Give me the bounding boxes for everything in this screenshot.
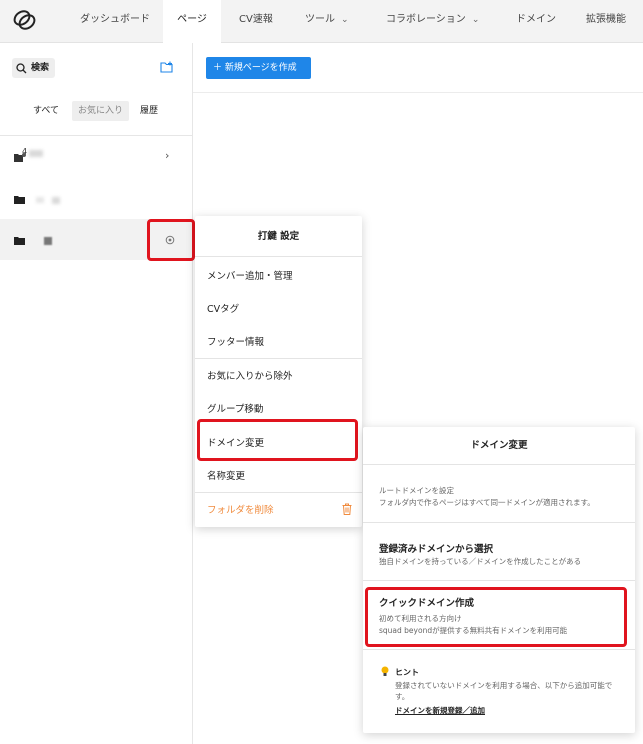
sidebar: 検索 すべて お気に入り 履歴 4 › xyxy=(0,43,193,744)
menu-separator xyxy=(195,492,362,493)
lightbulb-icon xyxy=(381,666,389,676)
chevron-down-icon: ⌄ xyxy=(341,15,349,25)
tab-label: ダッシュボード xyxy=(80,14,150,25)
tab-domain[interactable]: ドメイン xyxy=(516,0,556,43)
new-page-label: ＋ 新規ページを作成 xyxy=(213,63,297,73)
search-icon xyxy=(16,62,27,73)
top-nav: ダッシュボード ページ CV速報 ツール ⌄ コラボレーション ⌄ ドメイン 拡張機… xyxy=(0,0,643,43)
chevron-right-icon[interactable]: › xyxy=(165,149,169,162)
folder-name-redacted xyxy=(52,197,60,204)
main-divider xyxy=(193,92,643,93)
registered-domain-option[interactable]: 登録済みドメインから選択 独自ドメインを持っている／ドメインを作成したことがある xyxy=(363,523,635,573)
gear-highlight-box xyxy=(147,219,195,261)
filter-history[interactable]: 履歴 xyxy=(134,101,164,121)
filter-label: 履歴 xyxy=(140,106,159,116)
tab-label: コラボレーション xyxy=(386,14,466,25)
folder-icon xyxy=(14,237,25,245)
tab-cv-report[interactable]: CV速報 xyxy=(239,0,273,43)
add-domain-link[interactable]: ドメインを新規登録／追加 xyxy=(395,705,485,716)
tab-label: ページ xyxy=(177,14,207,25)
tab-tools[interactable]: ツール ⌄ xyxy=(305,0,349,43)
root-domain-title: ルートドメインを設定 xyxy=(379,486,454,495)
chevron-down-icon: ⌄ xyxy=(471,15,480,25)
root-domain-desc: フォルダ内で作るページはすべて同一ドメインが適用されます。 xyxy=(379,498,595,507)
tab-collaboration[interactable]: コラボレーション ⌄ xyxy=(386,0,479,43)
menu-item-footer[interactable]: フッター情報 xyxy=(207,334,264,348)
menu-item-cv-tag[interactable]: CVタグ xyxy=(207,301,239,315)
tab-label: ツール xyxy=(305,14,335,25)
menu-item-rename[interactable]: 名称変更 xyxy=(207,468,245,482)
search-label: 検索 xyxy=(31,63,50,73)
folder-row[interactable]: 4 › xyxy=(0,136,193,177)
folder-icon xyxy=(14,196,25,204)
filter-label: すべて xyxy=(33,106,60,116)
add-folder-icon[interactable] xyxy=(160,61,174,73)
tab-label: CV速報 xyxy=(239,14,273,25)
filter-all[interactable]: すべて xyxy=(27,101,65,121)
menu-separator xyxy=(195,358,362,359)
filter-label: お気に入り xyxy=(78,106,124,116)
panel-title: ドメイン変更 xyxy=(363,427,635,465)
filter-favorites[interactable]: お気に入り xyxy=(72,101,130,121)
folder-name-redacted xyxy=(36,197,44,203)
panel-separator xyxy=(363,649,635,650)
tab-dashboard[interactable]: ダッシュボード xyxy=(80,0,150,43)
tab-label: 拡張機能 xyxy=(586,14,626,25)
tab-label: ドメイン xyxy=(516,14,556,25)
trash-icon[interactable] xyxy=(342,503,352,515)
registered-domain-desc: 独自ドメインを持っている／ドメインを作成したことがある xyxy=(379,557,582,566)
tab-extensions[interactable]: 拡張機能 xyxy=(586,0,626,43)
hint-text: 登録されていないドメインを利用する場合、以下から追加可能です。 xyxy=(395,681,613,701)
folder-settings-menu: 打鍵 設定 メンバー追加・管理 CVタグ フッター情報 お気に入りから除外 グル… xyxy=(195,216,362,527)
menu-title: 打鍵 設定 xyxy=(195,216,362,257)
registered-domain-title: 登録済みドメインから選択 xyxy=(379,544,494,555)
menu-item-move-group[interactable]: グループ移動 xyxy=(207,401,263,415)
tab-pages[interactable]: ページ xyxy=(163,0,221,43)
quick-domain-highlight-box xyxy=(365,587,627,647)
search-button[interactable]: 検索 xyxy=(12,58,56,78)
domain-item-highlight-box xyxy=(197,419,358,461)
hint-label: ヒント xyxy=(395,668,419,677)
new-page-button[interactable]: ＋ 新規ページを作成 xyxy=(206,57,311,79)
menu-item-members[interactable]: メンバー追加・管理 xyxy=(207,268,293,282)
folder-name-redacted xyxy=(29,150,43,157)
folder-name-redacted xyxy=(44,237,52,245)
domain-change-panel: ドメイン変更 ルートドメインを設定 フォルダ内で作るページはすべて同一ドメインが… xyxy=(363,427,635,733)
logo-icon[interactable] xyxy=(10,7,40,33)
menu-item-delete-folder[interactable]: フォルダを削除 xyxy=(207,502,274,516)
root-domain-option[interactable]: ルートドメインを設定 フォルダ内で作るページはすべて同一ドメインが適用されます。 xyxy=(363,466,635,521)
menu-item-unfavorite[interactable]: お気に入りから除外 xyxy=(207,368,293,382)
folder-row[interactable] xyxy=(0,178,193,219)
folder-badge: 4 xyxy=(22,147,28,156)
